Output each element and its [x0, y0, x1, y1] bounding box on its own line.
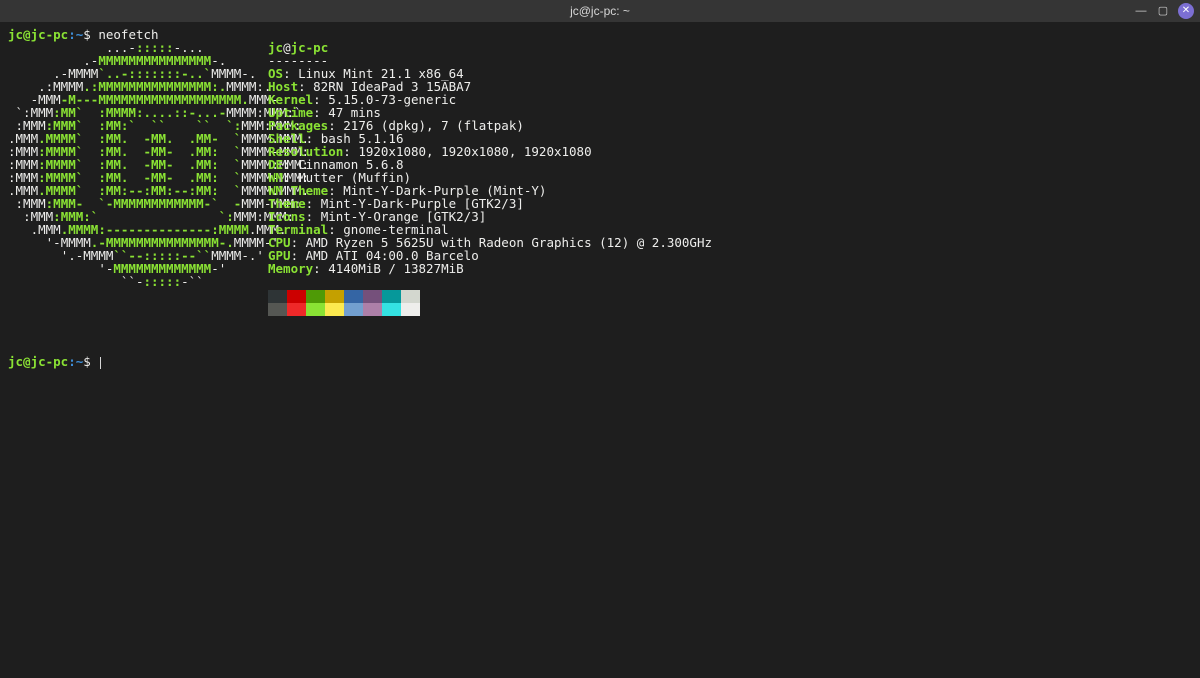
color-swatch: [325, 290, 344, 303]
color-swatch: [306, 290, 325, 303]
info-value: : 4140MiB / 13827MiB: [313, 261, 464, 276]
window-title: jc@jc-pc: ~: [0, 5, 1200, 17]
window-controls: — ▢ ✕: [1134, 3, 1194, 19]
neofetch-line: [8, 288, 1192, 303]
color-swatch: [382, 290, 401, 303]
color-swatch: [287, 303, 306, 316]
info-key: Memory: [268, 261, 313, 276]
titlebar[interactable]: jc@jc-pc: ~ — ▢ ✕: [0, 0, 1200, 22]
color-swatch: [344, 303, 363, 316]
sysinfo-line: [268, 303, 420, 316]
terminal-content[interactable]: jc@jc-pc:~$ neofetch ...-:::::-...jc@jc-…: [0, 22, 1200, 678]
color-swatch: [287, 290, 306, 303]
color-swatch: [325, 303, 344, 316]
maximize-button[interactable]: ▢: [1156, 4, 1170, 18]
color-swatch: [268, 303, 287, 316]
minimize-button[interactable]: —: [1134, 4, 1148, 18]
neofetch-line: [8, 303, 1192, 316]
color-swatch: [363, 290, 382, 303]
color-swatches-row2: [268, 303, 420, 316]
color-swatch: [363, 303, 382, 316]
cursor[interactable]: [100, 357, 101, 369]
prompt-user: jc@jc-pc: [8, 354, 68, 369]
color-swatch: [306, 303, 325, 316]
ascii-logo-line: [8, 303, 268, 316]
close-button[interactable]: ✕: [1178, 3, 1194, 19]
neofetch-line: ``-:::::-``: [8, 275, 1192, 288]
terminal-window: jc@jc-pc: ~ — ▢ ✕ jc@jc-pc:~$ neofetch .…: [0, 0, 1200, 678]
ascii-logo-line: [8, 288, 268, 303]
sysinfo-line: Memory: 4140MiB / 13827MiB: [268, 262, 464, 275]
color-swatch: [401, 290, 420, 303]
color-swatch: [401, 303, 420, 316]
ascii-logo-line: ``-:::::-``: [8, 275, 268, 288]
color-swatch: [268, 290, 287, 303]
sysinfo-line: [268, 288, 420, 303]
color-swatches-row1: [268, 290, 420, 303]
color-swatch: [382, 303, 401, 316]
color-swatch: [344, 290, 363, 303]
